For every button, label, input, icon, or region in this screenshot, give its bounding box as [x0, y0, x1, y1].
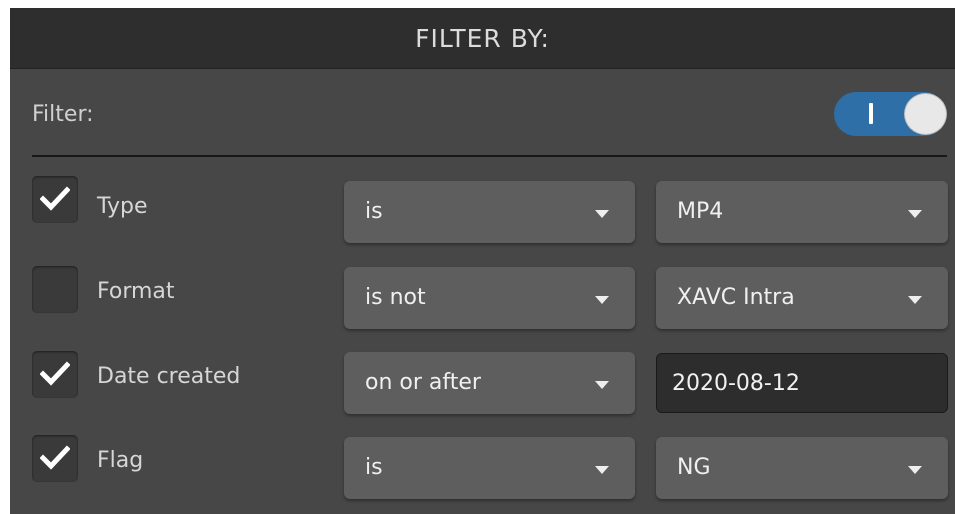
caret-down-icon	[908, 210, 922, 218]
check-icon	[40, 186, 70, 211]
panel-title: FILTER BY:	[415, 23, 550, 53]
flag-value-select[interactable]: NG	[656, 437, 948, 499]
date-created-operator-select[interactable]: on or after	[344, 352, 635, 414]
flag-operator-value: is	[365, 455, 383, 480]
type-operator-value: is	[365, 199, 383, 224]
type-value-select[interactable]: MP4	[656, 181, 948, 243]
toggle-knob	[904, 93, 947, 135]
filter-toggle[interactable]	[834, 92, 947, 136]
caret-down-icon	[595, 210, 609, 218]
format-value: XAVC Intra	[677, 285, 795, 310]
flag-label: Flag	[97, 448, 144, 473]
toggle-on-indicator	[869, 103, 873, 124]
date-created-label: Date created	[97, 364, 241, 389]
check-icon	[40, 445, 70, 470]
format-operator-value: is not	[365, 285, 426, 310]
flag-checkbox[interactable]	[32, 435, 78, 482]
format-label: Format	[97, 279, 175, 304]
format-checkbox[interactable]	[32, 266, 78, 313]
type-value: MP4	[677, 199, 724, 224]
date-created-input[interactable]: 2020-08-12	[656, 353, 948, 413]
caret-down-icon	[595, 296, 609, 304]
caret-down-icon	[908, 466, 922, 474]
date-created-checkbox[interactable]	[32, 351, 78, 398]
date-created-operator-value: on or after	[365, 370, 481, 395]
divider	[32, 155, 947, 157]
type-label: Type	[97, 194, 148, 219]
caret-down-icon	[595, 381, 609, 389]
flag-operator-select[interactable]: is	[344, 437, 635, 499]
caret-down-icon	[595, 466, 609, 474]
type-operator-select[interactable]: is	[344, 181, 635, 243]
check-icon	[40, 361, 70, 386]
filter-panel: FILTER BY: Filter: Type is MP4 Format is…	[10, 8, 955, 514]
caret-down-icon	[908, 296, 922, 304]
panel-header: FILTER BY:	[10, 8, 955, 69]
format-operator-select[interactable]: is not	[344, 267, 635, 329]
date-created-value: 2020-08-12	[672, 371, 800, 396]
filter-label: Filter:	[32, 102, 94, 127]
type-checkbox[interactable]	[32, 176, 78, 223]
format-value-select[interactable]: XAVC Intra	[656, 267, 948, 329]
flag-value: NG	[677, 455, 711, 480]
